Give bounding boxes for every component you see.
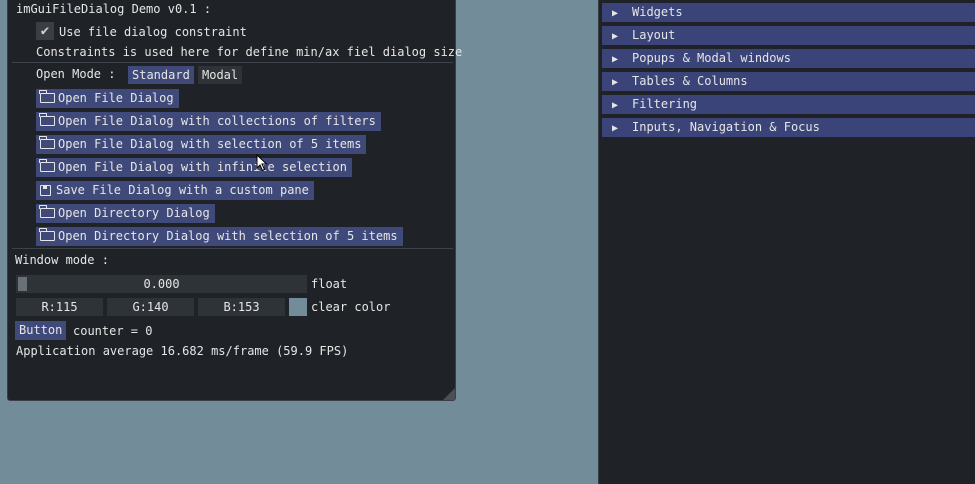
save-file-dialog-button[interactable]: Save File Dialog with a custom pane [36,181,314,200]
open-directory-dialog-button[interactable]: Open Directory Dialog [36,204,215,223]
triangle-right-icon: ▶ [612,31,619,42]
folder-open-icon [39,227,58,247]
header-tables[interactable]: ▶ Tables & Columns [602,72,975,91]
blue-channel-input[interactable]: B:153 [198,298,285,316]
open-file-dialog-5-items-button[interactable]: Open File Dialog with selection of 5 ite… [36,135,367,155]
save-disk-icon [40,181,56,202]
open-directory-dialog-5-items-button[interactable]: Open Directory Dialog with selection of … [36,227,403,246]
constraints-text: Constraints is used here for define min/… [36,45,463,59]
open-file-dialog-button[interactable]: Open File Dialog [36,89,179,108]
folder-open-icon [39,89,58,109]
header-layout[interactable]: ▶ Layout [602,26,975,45]
clear-color-label: clear color [311,300,391,314]
folder-open-icon [39,112,58,132]
window-title: imGuiFileDialog Demo v0.1 : [16,2,212,16]
checkbox-label: Use file dialog constraint [59,25,247,39]
constraint-checkbox[interactable]: ✔ [36,22,54,40]
triangle-right-icon: ▶ [612,54,619,65]
mode-modal-radio[interactable]: Modal [198,66,243,84]
fps-text: Application average 16.682 ms/frame (59.… [16,344,349,358]
folder-open-icon [39,135,58,155]
folder-open-icon [39,204,58,224]
header-widgets[interactable]: ▶ Widgets [602,3,975,22]
counter-text: counter = 0 [73,324,153,338]
demo-window: imGuiFileDialog Demo v0.1 : ✔ Use file d… [7,0,462,401]
header-filtering[interactable]: ▶ Filtering [602,95,975,114]
resize-grip[interactable] [443,388,455,400]
separator [12,62,453,63]
slider-grab[interactable] [18,277,27,291]
button-button[interactable]: Button [15,321,67,340]
triangle-right-icon: ▶ [612,123,619,134]
folder-open-icon [39,158,58,178]
red-channel-input[interactable]: R:115 [16,298,103,316]
float-label: float [311,277,348,291]
open-file-dialog-infinite-button[interactable]: Open File Dialog with infinite selection [36,158,352,177]
open-file-dialog-filters-button[interactable]: Open File Dialog with collections of fil… [36,112,381,131]
separator [12,248,453,249]
open-mode-label: Open Mode : [36,67,116,81]
triangle-right-icon: ▶ [612,100,619,111]
clear-color-swatch[interactable] [289,298,307,316]
green-channel-input[interactable]: G:140 [107,298,194,316]
header-popups[interactable]: ▶ Popups & Modal windows [602,49,975,68]
window-mode-label: Window mode : [15,253,109,267]
triangle-right-icon: ▶ [612,8,619,19]
slider-value: 0.000 [143,277,180,291]
triangle-right-icon: ▶ [612,77,619,88]
demo-panel: ▶ Widgets ▶ Layout ▶ Popups & Modal windows… [598,0,975,484]
header-inputs[interactable]: ▶ Inputs, Navigation & Focus [602,118,975,137]
float-slider[interactable]: 0.000 [16,275,307,293]
mode-standard-radio[interactable]: Standard [128,66,194,84]
